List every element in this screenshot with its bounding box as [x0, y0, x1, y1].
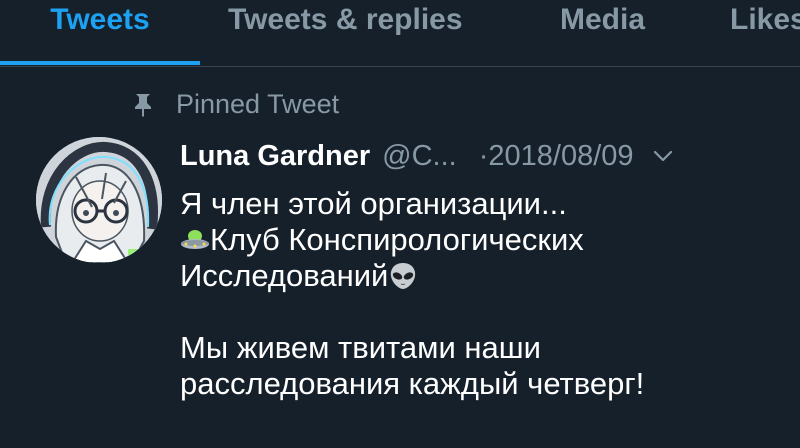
active-tab-indicator [0, 61, 200, 65]
flying-saucer-icon [180, 225, 210, 255]
tweet-text: Я член этой организации... Клуб Конспиро… [180, 186, 790, 402]
tab-likes[interactable]: Likes [730, 0, 800, 62]
tab-tweets-and-replies[interactable]: Tweets & replies [228, 0, 463, 62]
tweet-line: Исследований [180, 258, 790, 294]
profile-timeline: Tweets Tweets & replies Media Likes Pinn… [0, 0, 800, 448]
tweet-line: Мы живем твитами наши [180, 330, 541, 365]
pin-icon [130, 91, 156, 117]
avatar[interactable] [36, 137, 162, 263]
tweet-line: Клуб Конспирологических [180, 222, 790, 258]
profile-tabs: Tweets Tweets & replies Media Likes [0, 0, 800, 67]
author-handle[interactable]: @C... [382, 140, 457, 173]
tweet-header: Luna Gardner @C... ·2018/08/09 [180, 135, 780, 177]
pinned-tweet-indicator: Pinned Tweet [130, 86, 339, 122]
tweet-line: расследования каждый четверг! [180, 366, 645, 401]
tab-media[interactable]: Media [560, 0, 645, 62]
chevron-down-icon[interactable] [652, 145, 674, 167]
tab-tweets[interactable]: Tweets [0, 0, 200, 62]
alien-icon [388, 261, 418, 291]
author-name[interactable]: Luna Gardner [180, 140, 370, 173]
pinned-tweet-label: Pinned Tweet [176, 88, 340, 119]
tweet-line: Я член этой организации... [180, 186, 567, 221]
tweet-line-text: Клуб Конспирологических [210, 222, 584, 257]
tweet-line-text: Исследований [180, 258, 389, 293]
tweet-timestamp[interactable]: ·2018/08/09 [479, 140, 634, 173]
